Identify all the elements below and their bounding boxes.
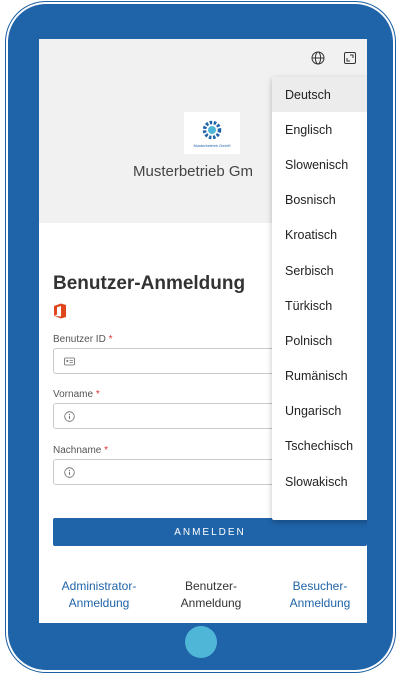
last-name-label: Nachname * — [53, 445, 108, 456]
language-option[interactable]: Slowenisch — [272, 147, 367, 182]
tablet-frame: Musterbetrieb GmbH Musterbetrieb Gm Benu… — [8, 4, 393, 670]
admin-login-line2: Anmeldung — [68, 596, 130, 610]
gear-logo-icon — [202, 120, 222, 140]
company-logo: Musterbetrieb GmbH — [184, 112, 240, 154]
language-option[interactable]: Rumänisch — [272, 359, 367, 394]
info-icon — [64, 467, 75, 478]
expand-icon[interactable] — [343, 51, 357, 65]
user-login-line1: Benutzer- — [184, 579, 238, 593]
top-toolbar — [311, 51, 357, 65]
first-name-label-text: Vorname — [53, 389, 94, 400]
info-icon — [64, 411, 75, 422]
user-id-label: Benutzer ID * — [53, 334, 113, 345]
required-mark: * — [104, 445, 109, 456]
user-login-link[interactable]: Benutzer- Anmeldung — [166, 578, 256, 612]
home-button[interactable] — [185, 626, 217, 658]
logo-wordmark: Musterbetrieb GmbH — [193, 143, 231, 148]
login-type-links: Administrator- Anmeldung Benutzer- Anmel… — [39, 578, 367, 618]
language-option[interactable]: Ungarisch — [272, 394, 367, 429]
language-option[interactable]: Slowakisch — [272, 464, 367, 499]
login-button[interactable]: ANMELDEN — [53, 518, 367, 546]
office-icon — [54, 303, 66, 319]
first-name-label: Vorname * — [53, 389, 100, 400]
required-mark: * — [95, 389, 100, 400]
language-option[interactable]: Polnisch — [272, 323, 367, 358]
admin-login-link[interactable]: Administrator- Anmeldung — [49, 578, 149, 612]
visitor-login-line1: Besucher- — [292, 579, 348, 593]
language-option[interactable]: Kroatisch — [272, 218, 367, 253]
page-title: Benutzer-Anmeldung — [53, 273, 246, 294]
language-menu: Deutsch Englisch Slowenisch Bosnisch Kro… — [272, 77, 367, 520]
user-login-line2: Anmeldung — [180, 596, 242, 610]
admin-login-line1: Administrator- — [61, 579, 137, 593]
language-option[interactable]: Serbisch — [272, 253, 367, 288]
globe-icon[interactable] — [311, 51, 325, 65]
required-mark: * — [108, 334, 113, 345]
id-card-icon — [64, 357, 75, 366]
language-option[interactable]: Englisch — [272, 112, 367, 147]
language-option[interactable]: Türkisch — [272, 288, 367, 323]
visitor-login-line2: Anmeldung — [289, 596, 351, 610]
language-option[interactable]: Deutsch — [272, 77, 367, 113]
company-name: Musterbetrieb Gm — [133, 163, 254, 180]
last-name-label-text: Nachname — [53, 445, 102, 456]
language-option[interactable]: Bosnisch — [272, 183, 367, 218]
visitor-login-link[interactable]: Besucher- Anmeldung — [275, 578, 365, 612]
app-screen: Musterbetrieb GmbH Musterbetrieb Gm Benu… — [39, 39, 367, 623]
language-option[interactable]: Tschechisch — [272, 429, 367, 464]
user-id-label-text: Benutzer ID — [53, 334, 106, 345]
